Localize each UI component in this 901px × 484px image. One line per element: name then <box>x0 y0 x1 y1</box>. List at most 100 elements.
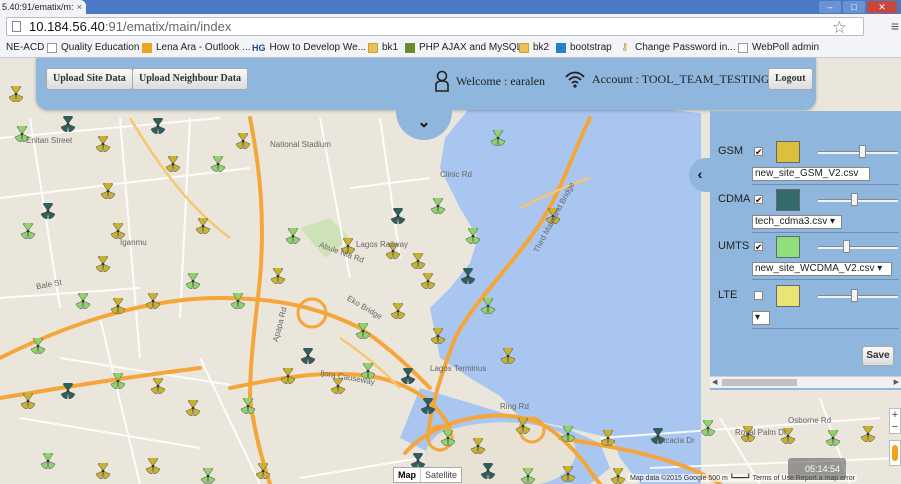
cell-site-marker-icon[interactable] <box>860 426 876 442</box>
street-view-pegman-icon[interactable] <box>889 440 901 466</box>
cell-site-marker-icon[interactable] <box>145 458 161 474</box>
cell-site-marker-icon[interactable] <box>390 303 406 319</box>
cell-site-marker-icon[interactable] <box>20 223 36 239</box>
bookmark-item[interactable]: ⚷ Change Password in... <box>621 42 736 53</box>
bookmark-item[interactable]: bootstrap <box>556 42 612 53</box>
cell-site-marker-icon[interactable] <box>430 328 446 344</box>
cell-site-marker-icon[interactable] <box>355 323 371 339</box>
cell-site-marker-icon[interactable] <box>420 273 436 289</box>
menu-icon[interactable]: ≡ <box>891 16 899 36</box>
cell-site-marker-icon[interactable] <box>480 298 496 314</box>
cell-site-marker-icon[interactable] <box>230 293 246 309</box>
cell-site-marker-icon[interactable] <box>150 118 166 134</box>
layer-checkbox-cdma[interactable]: ✔ <box>754 195 763 205</box>
cell-site-marker-icon[interactable] <box>255 463 271 479</box>
cell-site-marker-icon[interactable] <box>440 430 456 446</box>
scroll-right-icon[interactable]: ▶ <box>894 377 899 388</box>
cell-site-marker-icon[interactable] <box>520 468 536 484</box>
layer-file-select-gsm[interactable]: new_site_GSM_V2.csv <box>752 167 870 181</box>
cell-site-marker-icon[interactable] <box>400 368 416 384</box>
bookmark-item[interactable]: Lena Ara - Outlook ... <box>142 42 251 53</box>
layer-color-swatch-cdma[interactable] <box>776 189 800 211</box>
cell-site-marker-icon[interactable] <box>285 228 301 244</box>
tab-close-icon[interactable]: × <box>77 0 82 14</box>
opacity-slider-umts[interactable] <box>818 246 898 249</box>
cell-site-marker-icon[interactable] <box>210 156 226 172</box>
upload-neighbour-data-button[interactable]: Upload Neighbour Data <box>132 68 249 90</box>
cell-site-marker-icon[interactable] <box>600 430 616 446</box>
cell-site-marker-icon[interactable] <box>420 398 436 414</box>
layer-color-swatch-gsm[interactable] <box>776 141 800 163</box>
cell-site-marker-icon[interactable] <box>610 468 626 484</box>
bookmark-item[interactable]: NE-ACD <box>6 42 44 53</box>
cell-site-marker-icon[interactable] <box>465 228 481 244</box>
address-bar[interactable]: 10.184.56.40:91/ematix/main/index ☆ <box>6 17 864 38</box>
cell-site-marker-icon[interactable] <box>195 218 211 234</box>
cell-site-marker-icon[interactable] <box>40 203 56 219</box>
cell-site-marker-icon[interactable] <box>95 463 111 479</box>
logout-button[interactable]: Logout <box>768 68 813 90</box>
opacity-slider-gsm[interactable] <box>818 151 898 154</box>
cell-site-marker-icon[interactable] <box>20 393 36 409</box>
cell-site-marker-icon[interactable] <box>560 426 576 442</box>
map-type-map-button[interactable]: Map <box>394 468 420 482</box>
cell-site-marker-icon[interactable] <box>110 223 126 239</box>
bookmark-item[interactable]: PHP AJAX and MySQL <box>405 42 522 53</box>
opacity-slider-cdma[interactable] <box>818 199 898 202</box>
cell-site-marker-icon[interactable] <box>240 398 256 414</box>
bookmark-item[interactable]: HG How to Develop We... <box>252 42 366 53</box>
close-window-icon[interactable]: ✕ <box>867 1 897 13</box>
opacity-slider-thumb[interactable] <box>851 193 858 206</box>
layer-file-select-cdma[interactable]: tech_cdma3.csv ▾ <box>752 215 842 229</box>
cell-site-marker-icon[interactable] <box>430 198 446 214</box>
browser-tab[interactable]: 5.40:91/ematix/m: × <box>0 0 86 14</box>
cell-site-marker-icon[interactable] <box>235 133 251 149</box>
zoom-in-button[interactable]: + <box>890 409 900 421</box>
cell-site-marker-icon[interactable] <box>480 463 496 479</box>
opacity-slider-thumb[interactable] <box>851 289 858 302</box>
cell-site-marker-icon[interactable] <box>60 383 76 399</box>
scrollbar-thumb[interactable] <box>722 379 797 386</box>
opacity-slider-lte[interactable] <box>818 295 898 298</box>
layer-color-swatch-lte[interactable] <box>776 285 800 307</box>
cell-site-marker-icon[interactable] <box>75 293 91 309</box>
cell-site-marker-icon[interactable] <box>200 468 216 484</box>
bookmark-item[interactable]: bk1 <box>368 42 398 53</box>
minimize-icon[interactable]: – <box>819 1 841 13</box>
cell-site-marker-icon[interactable] <box>280 368 296 384</box>
cell-site-marker-icon[interactable] <box>8 86 24 102</box>
cell-site-marker-icon[interactable] <box>100 183 116 199</box>
cell-site-marker-icon[interactable] <box>300 348 316 364</box>
cell-site-marker-icon[interactable] <box>700 420 716 436</box>
opacity-slider-thumb[interactable] <box>843 240 850 253</box>
cell-site-marker-icon[interactable] <box>825 430 841 446</box>
layer-color-swatch-umts[interactable] <box>776 236 800 258</box>
cell-site-marker-icon[interactable] <box>95 256 111 272</box>
layer-file-select-umts[interactable]: new_site_WCDMA_V2.csv ▾ <box>752 262 892 276</box>
cell-site-marker-icon[interactable] <box>145 293 161 309</box>
cell-site-marker-icon[interactable] <box>150 378 166 394</box>
cell-site-marker-icon[interactable] <box>30 338 46 354</box>
cell-site-marker-icon[interactable] <box>185 273 201 289</box>
cell-site-marker-icon[interactable] <box>460 268 476 284</box>
save-button[interactable]: Save <box>862 346 894 366</box>
cell-site-marker-icon[interactable] <box>60 116 76 132</box>
layer-file-select-lte[interactable]: ▾ <box>752 311 770 325</box>
bookmark-item[interactable]: bk2 <box>519 42 549 53</box>
cell-site-marker-icon[interactable] <box>470 438 486 454</box>
zoom-out-button[interactable]: − <box>890 421 900 433</box>
cell-site-marker-icon[interactable] <box>110 298 126 314</box>
cell-site-marker-icon[interactable] <box>110 373 126 389</box>
bookmark-item[interactable]: Quality Education <box>47 42 139 53</box>
cell-site-marker-icon[interactable] <box>390 208 406 224</box>
cell-site-marker-icon[interactable] <box>270 268 286 284</box>
scroll-left-icon[interactable]: ◀ <box>712 377 717 388</box>
star-icon[interactable]: ☆ <box>832 18 847 38</box>
upload-site-data-button[interactable]: Upload Site Data <box>46 68 133 90</box>
map-type-satellite-button[interactable]: Satellite <box>420 468 461 482</box>
cell-site-marker-icon[interactable] <box>410 253 426 269</box>
bookmark-item[interactable]: WebPoll admin <box>738 42 819 53</box>
cell-site-marker-icon[interactable] <box>490 130 506 146</box>
cell-site-marker-icon[interactable] <box>40 453 56 469</box>
cell-site-marker-icon[interactable] <box>515 418 531 434</box>
